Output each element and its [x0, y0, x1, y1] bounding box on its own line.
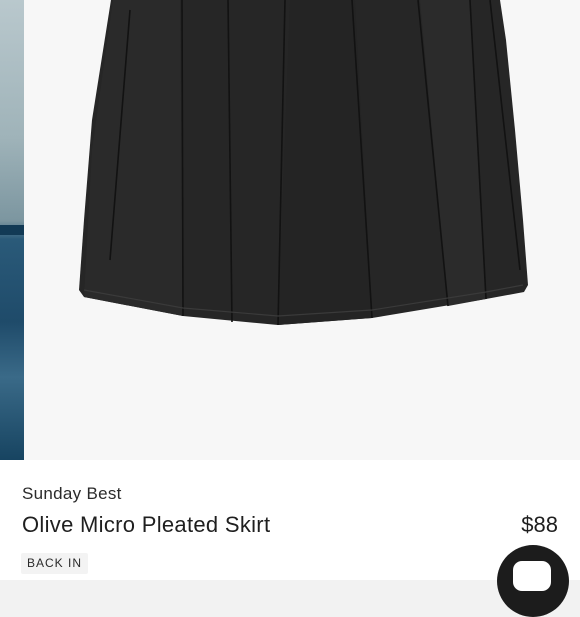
product-image-carousel[interactable]: [0, 0, 580, 460]
chat-button[interactable]: [497, 545, 569, 617]
product-title[interactable]: Olive Micro Pleated Skirt: [22, 512, 270, 538]
product-photo-skirt: [79, 0, 528, 326]
product-price: $88: [521, 512, 558, 537]
status-badge: BACK IN: [21, 553, 89, 574]
chat-bubble-icon: [513, 561, 551, 591]
brand-name[interactable]: Sunday Best: [22, 484, 122, 504]
